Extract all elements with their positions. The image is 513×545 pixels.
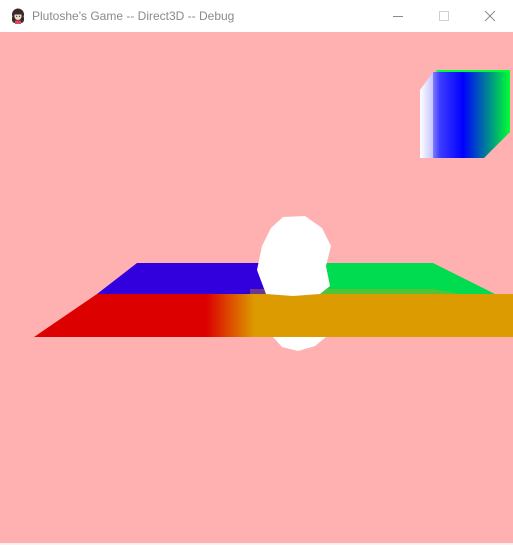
minimize-button[interactable] — [375, 0, 421, 32]
maximize-icon — [439, 11, 449, 21]
maximize-button[interactable] — [421, 0, 467, 32]
floor-front-half — [34, 294, 513, 337]
window-title: Plutoshe's Game -- Direct3D -- Debug — [32, 9, 235, 23]
avatar-app-icon — [12, 8, 24, 24]
cube-mesh — [420, 70, 510, 158]
title-bar[interactable]: Plutoshe's Game -- Direct3D -- Debug — [0, 0, 513, 32]
render-viewport[interactable] — [0, 32, 513, 543]
close-icon — [484, 10, 496, 22]
minimize-icon — [393, 16, 403, 17]
game-window: Plutoshe's Game -- Direct3D -- Debug — [0, 0, 513, 545]
cube-front-face — [420, 72, 510, 158]
close-button[interactable] — [467, 0, 513, 32]
